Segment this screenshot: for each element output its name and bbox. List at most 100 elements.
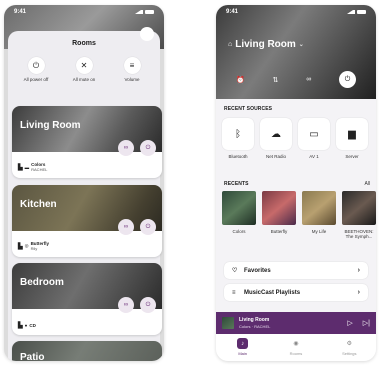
volume-sliders-icon: ≡ — [123, 57, 141, 74]
recent-item[interactable]: Colors — [222, 191, 256, 239]
recents-list: Colors Butterfly My Life BEETHOVEN: The … — [222, 191, 376, 239]
recent-label: BEETHOVEN: The Symph... — [344, 229, 373, 239]
room-name: Living Room — [20, 120, 81, 131]
recent-label-line2: The Symph... — [345, 234, 373, 240]
quick-label: Volume — [124, 77, 140, 82]
next-track-icon[interactable]: ▷| — [363, 319, 370, 327]
recents-heading: RECENTS — [224, 181, 249, 187]
source-icon: ◎ — [24, 243, 29, 248]
link-icon: ∞ — [123, 302, 129, 308]
favorites-row[interactable]: ♡ Favorites › — [224, 262, 368, 279]
album-art — [302, 191, 336, 225]
power-icon: ⏻ — [344, 75, 351, 83]
net-radio-icon: ☁ — [260, 118, 292, 150]
source-label: Server — [345, 154, 359, 159]
power-button[interactable]: ⏻ — [338, 71, 356, 88]
all-power-off-button[interactable]: ⏻ All power off — [12, 57, 60, 82]
status-icons — [135, 10, 154, 14]
source-label: Bluetooth — [228, 154, 248, 159]
room-card-bedroom[interactable]: Bedroom ∞ ⏻ ▙ ● CD — [12, 263, 162, 335]
status-icons — [347, 10, 366, 14]
album-art — [262, 191, 296, 225]
quick-label: All power off — [23, 77, 49, 82]
now-playing: ▙ ▬ Colors RACHEL — [18, 162, 47, 172]
quick-actions: ⏻ All power off ✕ All mute on ≡ Volume — [8, 57, 160, 82]
tab-bar: ♪ Main ◉ Rooms ⚙ Settings — [216, 334, 376, 361]
source-net-radio[interactable]: ☁ Net Radio — [260, 118, 292, 159]
tab-main[interactable]: ♪ Main — [223, 338, 263, 356]
room-name: Patio — [20, 352, 45, 361]
level-bars-icon: ▙ — [18, 323, 23, 329]
tab-label: Rooms — [289, 351, 303, 356]
room-card-patio[interactable]: Patio — [12, 341, 162, 361]
now-playing-text: Colors RACHEL — [31, 162, 47, 172]
source-av1[interactable]: ▭ AV 1 — [298, 118, 330, 159]
power-icon: ⏻ — [145, 144, 151, 151]
source-server[interactable]: ▆ Server — [336, 118, 368, 159]
track-title: CD — [29, 323, 36, 328]
link-icon: ∞ — [123, 145, 129, 151]
status-bar: 9:41 — [4, 5, 164, 19]
chevron-down-icon: ⌄ — [298, 42, 304, 48]
room-name: Bedroom — [20, 277, 64, 288]
settings-tab-icon: ⚙ — [346, 341, 352, 347]
equalizer-icon[interactable]: ⇅ — [273, 76, 279, 84]
mini-album-art — [222, 317, 234, 329]
power-icon: ⏻ — [27, 57, 45, 74]
link-icon[interactable]: ∞ — [306, 76, 311, 83]
rooms-tab-icon: ◉ — [293, 341, 299, 347]
mini-track: Colors · RACHEL — [239, 324, 271, 329]
status-time: 9:41 — [14, 9, 27, 15]
recent-item[interactable]: My Life — [302, 191, 336, 239]
mini-room: Living Room — [239, 317, 270, 323]
recent-label: Colors — [232, 229, 246, 234]
tab-settings[interactable]: ⚙ Settings — [329, 338, 369, 356]
signal-icon — [135, 10, 143, 14]
room-card-kitchen[interactable]: Kitchen ∞ ⏻ ▙ ◎ Butterfly Rily — [12, 185, 162, 257]
heart-icon: ♡ — [232, 268, 238, 274]
play-icon[interactable]: ▷ — [347, 319, 352, 327]
link-button[interactable]: ∞ — [118, 140, 134, 156]
link-button[interactable]: ∞ — [118, 297, 134, 313]
room-title: Living Room — [235, 39, 296, 50]
home-icon: ⌂ — [228, 41, 233, 48]
recent-sources: ᛒ Bluetooth ☁ Net Radio ▭ AV 1 ▆ Server — [222, 118, 374, 159]
quick-label: All mute on — [72, 77, 96, 82]
battery-icon — [145, 10, 154, 14]
mini-player-text: Living Room Colors · RACHEL — [239, 317, 337, 329]
main-tab-icon: ♪ — [237, 338, 249, 349]
mute-icon: ✕ — [75, 57, 93, 74]
source-bluetooth[interactable]: ᛒ Bluetooth — [222, 118, 254, 159]
chevron-right-icon: › — [357, 289, 360, 296]
status-time: 9:41 — [226, 9, 239, 15]
power-button[interactable]: ⏻ — [140, 297, 156, 313]
musiccast-playlists-row[interactable]: ≡ MusicCast Playlists › — [224, 284, 368, 301]
room-actions: ∞ ⏻ — [118, 219, 156, 235]
link-button[interactable]: ∞ — [118, 219, 134, 235]
recent-item[interactable]: Butterfly — [262, 191, 296, 239]
recents-all-link[interactable]: All — [364, 181, 370, 187]
volume-button[interactable]: ≡ Volume — [108, 57, 156, 82]
sheet-close-button[interactable] — [140, 27, 154, 41]
recent-label: My Life — [311, 229, 327, 234]
alarm-clock-icon[interactable]: ⏰ — [236, 76, 245, 84]
power-button[interactable]: ⏻ — [140, 140, 156, 156]
battery-icon — [357, 10, 366, 14]
recent-item[interactable]: BEETHOVEN: The Symph... — [342, 191, 376, 239]
all-mute-on-button[interactable]: ✕ All mute on — [60, 57, 108, 82]
track-artist: Rily — [30, 246, 38, 251]
power-button[interactable]: ⏻ — [140, 219, 156, 235]
link-icon: ∞ — [123, 224, 129, 230]
source-label: Net Radio — [265, 154, 286, 159]
now-playing: ▙ ● CD — [18, 322, 36, 329]
room-card-living-room[interactable]: Living Room ∞ ⏻ ▙ ▬ Colors RACHEL — [12, 106, 162, 178]
now-playing: ▙ ◎ Butterfly Rily — [18, 241, 49, 251]
cd-icon: ● — [24, 323, 28, 328]
mini-player[interactable]: Living Room Colors · RACHEL ▷ ▷| — [216, 312, 376, 334]
rooms-screen: 9:41 Rooms ⏻ All power off ✕ All mute on… — [4, 5, 164, 361]
signal-icon — [347, 10, 355, 14]
source-icon: ▬ — [24, 164, 30, 170]
room-title-dropdown[interactable]: ⌂ Living Room ⌄ — [228, 39, 304, 50]
av-input-icon: ▭ — [298, 118, 330, 150]
tab-rooms[interactable]: ◉ Rooms — [276, 338, 316, 356]
